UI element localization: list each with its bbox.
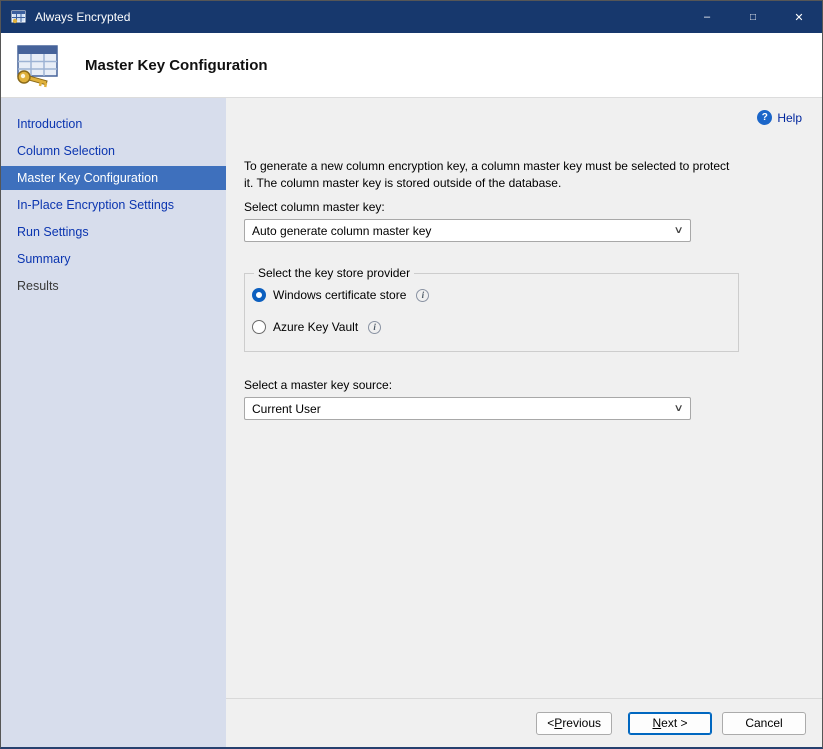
next-button-label: ext > xyxy=(661,716,687,730)
window-controls: – □ ✕ xyxy=(684,1,822,33)
maximize-button[interactable]: □ xyxy=(730,1,776,33)
master-key-dropdown-value: Auto generate column master key xyxy=(252,224,675,238)
sidebar-item-results: Results xyxy=(1,274,226,298)
master-key-source-dropdown-value: Current User xyxy=(252,402,675,416)
sidebar-item-run-settings[interactable]: Run Settings xyxy=(1,220,226,244)
info-icon[interactable]: i xyxy=(416,289,429,302)
table-key-icon xyxy=(13,42,63,88)
master-key-dropdown[interactable]: Auto generate column master key ∨ xyxy=(244,219,691,242)
radio-selected-icon[interactable] xyxy=(252,288,266,302)
master-key-label: Select column master key: xyxy=(244,200,822,214)
help-link[interactable]: ? Help xyxy=(757,110,802,125)
next-button-accesskey: N xyxy=(652,716,661,730)
radio-unselected-icon[interactable] xyxy=(252,320,266,334)
app-icon xyxy=(11,9,27,25)
minimize-button[interactable]: – xyxy=(684,1,730,33)
key-store-provider-group-title: Select the key store provider xyxy=(254,266,414,280)
help-icon: ? xyxy=(757,110,772,125)
titlebar: Always Encrypted – □ ✕ xyxy=(1,1,822,33)
info-icon[interactable]: i xyxy=(368,321,381,334)
always-encrypted-window: Always Encrypted – □ ✕ Master xyxy=(0,0,823,749)
radio-option-azure-key-vault[interactable]: Azure Key Vault i xyxy=(252,320,728,334)
sidebar-item-column-selection[interactable]: Column Selection xyxy=(1,139,226,163)
sidebar-item-introduction[interactable]: Introduction xyxy=(1,112,226,136)
close-button[interactable]: ✕ xyxy=(776,1,822,33)
content-column: ? Help To generate a new column encrypti… xyxy=(226,98,822,747)
footer-bar: < Previous Next > Cancel xyxy=(226,698,822,747)
main-area: Introduction Column Selection Master Key… xyxy=(1,98,822,747)
chevron-down-icon: ∨ xyxy=(673,403,683,414)
chevron-down-icon: ∨ xyxy=(673,225,683,236)
radio-label-azure-key-vault: Azure Key Vault xyxy=(273,320,358,334)
page-title: Master Key Configuration xyxy=(85,57,268,74)
cancel-button[interactable]: Cancel xyxy=(722,712,806,735)
master-key-source-dropdown[interactable]: Current User ∨ xyxy=(244,397,691,420)
sidebar-item-in-place-encryption-settings[interactable]: In-Place Encryption Settings xyxy=(1,193,226,217)
previous-button-accesskey: P xyxy=(554,716,562,730)
sidebar-item-master-key-configuration[interactable]: Master Key Configuration xyxy=(1,166,226,190)
previous-button-label: < xyxy=(547,716,554,730)
wizard-header: Master Key Configuration xyxy=(1,33,822,98)
previous-button-label: revious xyxy=(562,716,601,730)
content-panel: ? Help To generate a new column encrypti… xyxy=(226,98,822,698)
next-button[interactable]: Next > xyxy=(628,712,712,735)
wizard-steps-sidebar: Introduction Column Selection Master Key… xyxy=(1,98,226,747)
previous-button[interactable]: < Previous xyxy=(536,712,612,735)
sidebar-item-summary[interactable]: Summary xyxy=(1,247,226,271)
window-title: Always Encrypted xyxy=(35,10,130,24)
key-store-provider-group: Select the key store provider Windows ce… xyxy=(244,266,739,352)
master-key-source-label: Select a master key source: xyxy=(244,378,822,392)
radio-label-windows-certificate-store: Windows certificate store xyxy=(273,288,406,302)
radio-option-windows-certificate-store[interactable]: Windows certificate store i xyxy=(252,288,728,302)
intro-text: To generate a new column encryption key,… xyxy=(244,158,756,192)
help-label: Help xyxy=(777,111,802,125)
